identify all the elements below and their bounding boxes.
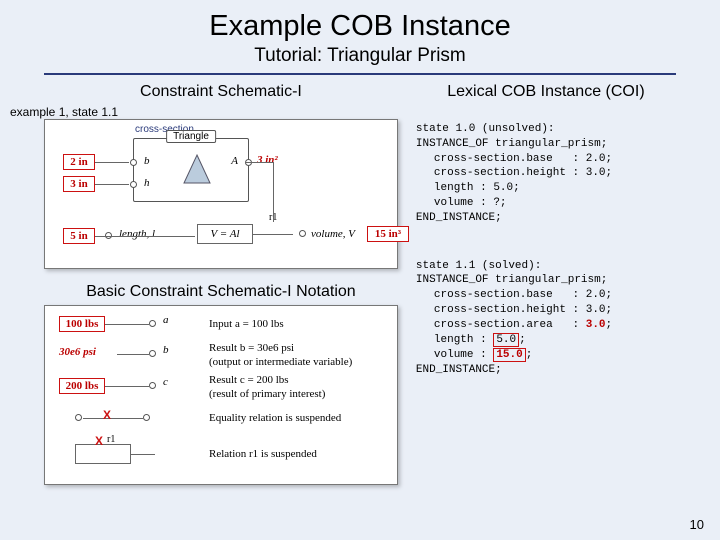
psi-value: 30e6 psi (59, 346, 96, 358)
divider (44, 73, 676, 75)
length-label: length, l (119, 228, 155, 240)
code-block-unsolved: state 1.0 (unsolved): INSTANCE_OF triang… (416, 107, 676, 226)
not-var-c: c (163, 376, 168, 388)
line-b: Result b = 30e6 psi (209, 342, 294, 354)
line-eq: Equality relation is suspended (209, 412, 341, 424)
input-100lbs: 100 lbs (59, 316, 105, 332)
example-label: example 1, state 1.1 (10, 105, 398, 119)
notation-figure: 100 lbs a Input a = 100 lbs 30e6 psi b R… (44, 305, 398, 485)
schematic-figure: cross-section Triangle b h A 2 in 3 in 5… (44, 119, 398, 269)
not-var-a: a (163, 314, 169, 326)
input-5in: 5 in (63, 228, 95, 244)
result-200lbs: 200 lbs (59, 378, 105, 394)
triangle-title: Triangle (166, 130, 216, 143)
var-h: h (144, 177, 150, 189)
line-c: Result c = 200 lbs (209, 374, 289, 386)
line-a: Input a = 100 lbs (209, 318, 284, 330)
var-b: b (144, 155, 150, 167)
volume-value: 15 in³ (367, 226, 409, 242)
notation-header: Basic Constraint Schematic-I Notation (44, 283, 398, 301)
area-value: 3 in² (257, 154, 278, 166)
code-block-solved: state 1.1 (solved): INSTANCE_OF triangul… (416, 244, 676, 378)
line-b2: (output or intermediate variable) (209, 356, 352, 368)
equation-box: V = Al (197, 224, 253, 244)
not-r1: r1 (107, 434, 115, 445)
suspend-x-r1: X (95, 434, 103, 448)
line-r1: Relation r1 is suspended (209, 448, 317, 460)
suspend-x-eq: X (103, 408, 111, 422)
right-section-header: Lexical COB Instance (COI) (416, 83, 676, 101)
page-number: 10 (690, 517, 704, 532)
volume-label: volume, V (311, 228, 355, 240)
input-2in: 2 in (63, 154, 95, 170)
left-section-header: Constraint Schematic-I (44, 83, 398, 101)
triangle-subbox: Triangle b h A (133, 138, 249, 202)
line-c2: (result of primary interest) (209, 388, 325, 400)
slide-title: Example COB Instance (44, 10, 676, 43)
var-A: A (231, 155, 238, 167)
not-var-b: b (163, 344, 169, 356)
input-3in: 3 in (63, 176, 95, 192)
slide-subtitle: Tutorial: Triangular Prism (44, 45, 676, 67)
triangle-icon (182, 153, 212, 187)
